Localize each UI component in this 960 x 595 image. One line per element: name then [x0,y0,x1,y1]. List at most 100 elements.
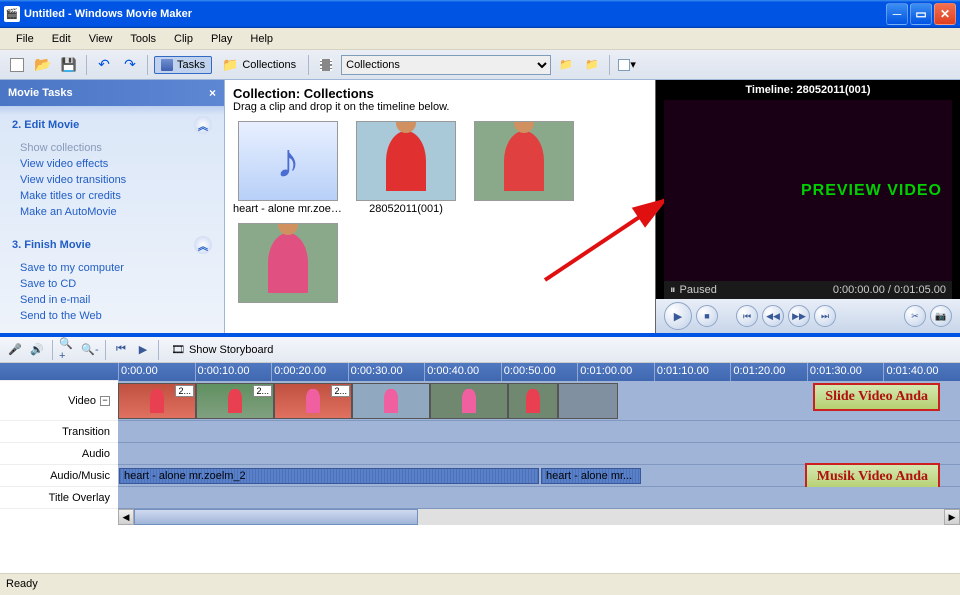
ruler-tick: 0:01:10.00 [654,363,731,381]
timeline-narrate-button[interactable]: 🎤 [6,341,24,359]
view-button[interactable]: ▾ [616,54,638,76]
titleoverlay-track[interactable] [118,487,960,509]
next-frame-button[interactable]: ⏭ [814,305,836,327]
audio-clip-label: heart - alone mr.zoelm_2 [124,470,246,482]
video-clip[interactable] [352,383,430,419]
scroll-right-button[interactable]: ▶ [944,509,960,525]
scroll-left-button[interactable]: ◀ [118,509,134,525]
menu-view[interactable]: View [81,31,121,47]
audio-track[interactable]: HTTP://BLOGZOELM.BLOGSPOT.COM/ [118,443,960,465]
task-pane-header: Movie Tasks × [0,80,224,106]
save-button[interactable]: 💾 [58,54,80,76]
link-send-email[interactable]: Send in e-mail [12,292,212,308]
timeline-audio-levels-button[interactable]: 🔊 [28,341,46,359]
timeline-play-button[interactable]: ▶ [134,341,152,359]
track-label-audio: Audio [0,443,118,465]
chevron-up-icon[interactable]: ︽ [194,116,212,134]
show-storyboard-button[interactable]: 🎞Show Storyboard [171,343,273,356]
zoom-out-button[interactable]: 🔍- [81,341,99,359]
clip-thumb[interactable] [469,121,579,215]
link-automovie[interactable]: Make an AutoMovie [12,204,212,220]
separator [308,55,309,75]
audio-clip[interactable]: heart - alone mr.zoelm_2 [119,468,539,484]
video-clip[interactable] [508,383,558,419]
minimize-button[interactable]: ─ [886,3,908,25]
main-area: Movie Tasks × 2. Edit Movie ︽ Show colle… [0,80,960,333]
up-level-button[interactable]: 📁 [555,54,577,76]
undo-button[interactable]: ↶ [93,54,115,76]
rewind-button[interactable]: ◀◀ [762,305,784,327]
ruler-tick: 0:01:20.00 [730,363,807,381]
separator [52,340,53,360]
timeline-rewind-button[interactable]: ⏮ [112,341,130,359]
separator [158,340,159,360]
scrollbar-thumb[interactable] [134,509,418,525]
audio-clip[interactable]: heart - alone mr... [541,468,641,484]
link-titles-credits[interactable]: Make titles or credits [12,188,212,204]
link-send-web[interactable]: Send to the Web [12,308,212,324]
prev-frame-button[interactable]: ⏮ [736,305,758,327]
close-button[interactable]: ✕ [934,3,956,25]
group-finish-movie[interactable]: 3. Finish Movie ︽ [12,236,212,254]
menu-help[interactable]: Help [242,31,281,47]
maximize-button[interactable]: ▭ [910,3,932,25]
menu-clip[interactable]: Clip [166,31,201,47]
window-title: Untitled - Windows Movie Maker [24,8,886,20]
timeline-ruler[interactable]: 0:00.00 0:00:10.00 0:00:20.00 0:00:30.00… [118,363,960,381]
preview-time: 0:00:00.00 / 0:01:05.00 [833,284,946,296]
video-clip[interactable] [430,383,508,419]
link-video-transitions[interactable]: View video transitions [12,172,212,188]
video-clip[interactable] [558,383,618,419]
link-save-cd[interactable]: Save to CD [12,276,212,292]
video-clip[interactable]: 2... [274,383,352,419]
ruler-tick: 0:00:20.00 [271,363,348,381]
split-button[interactable]: ✂ [904,305,926,327]
open-button[interactable]: 📂 [32,54,54,76]
clip-thumb[interactable] [233,223,343,305]
snapshot-button[interactable]: 📷 [930,305,952,327]
clip-thumb[interactable]: 28052011(001) [351,121,461,215]
toolbar: 📂 💾 ↶ ↷ Tasks 📁Collections Collections 📁… [0,50,960,80]
task-pane-close-icon[interactable]: × [209,86,216,100]
chevron-up-icon[interactable]: ︽ [194,236,212,254]
window-titlebar: 🎬 Untitled - Windows Movie Maker ─ ▭ ✕ [0,0,960,28]
annotation-slide: Slide Video Anda [813,383,940,411]
stop-button[interactable]: ■ [696,305,718,327]
collection-hint: Drag a clip and drop it on the timeline … [233,101,647,113]
collection-dropdown[interactable]: Collections [341,55,551,75]
transition-track[interactable] [118,421,960,443]
video-track[interactable]: 2... 2... 2... Slide Video Anda [118,381,960,421]
video-clip[interactable]: 2... [118,383,196,419]
clip-thumb[interactable]: ♪ heart - alone mr.zoelm_2 [233,121,343,215]
play-button[interactable]: ▶ [664,302,692,330]
collections-label: Collections [242,59,296,71]
group-finish-movie-title: 3. Finish Movie [12,239,91,251]
menu-play[interactable]: Play [203,31,240,47]
new-button[interactable] [6,54,28,76]
menu-edit[interactable]: Edit [44,31,79,47]
group-edit-movie[interactable]: 2. Edit Movie ︽ [12,116,212,134]
track-area[interactable]: 0:00.00 0:00:10.00 0:00:20.00 0:00:30.00… [118,363,960,525]
tasks-button[interactable]: Tasks [154,56,212,74]
group-edit-movie-title: 2. Edit Movie [12,119,79,131]
link-show-collections[interactable]: Show collections [12,140,212,156]
ruler-tick: 0:01:30.00 [807,363,884,381]
video-clip[interactable]: 2... [196,383,274,419]
forward-button[interactable]: ▶▶ [788,305,810,327]
collection-icon-button[interactable] [315,54,337,76]
link-save-computer[interactable]: Save to my computer [12,260,212,276]
audiomusic-track[interactable]: heart - alone mr.zoelm_2 heart - alone m… [118,465,960,487]
preview-controls: ▶ ■ ⏮ ◀◀ ▶▶ ⏭ ✂ 📷 [656,299,960,333]
menu-tools[interactable]: Tools [122,31,164,47]
timeline-scrollbar[interactable]: ◀ ▶ [118,509,960,525]
menu-file[interactable]: File [8,31,42,47]
zoom-in-button[interactable]: 🔍+ [59,341,77,359]
link-video-effects[interactable]: View video effects [12,156,212,172]
expand-video-button[interactable]: − [100,396,110,406]
ruler-tick: 0:00:50.00 [501,363,578,381]
collections-button[interactable]: 📁Collections [216,55,302,75]
clip-badge: 2... [175,385,194,397]
redo-button[interactable]: ↷ [119,54,141,76]
clip-label: 28052011(001) [351,203,461,215]
new-folder-button[interactable]: 📁 [581,54,603,76]
